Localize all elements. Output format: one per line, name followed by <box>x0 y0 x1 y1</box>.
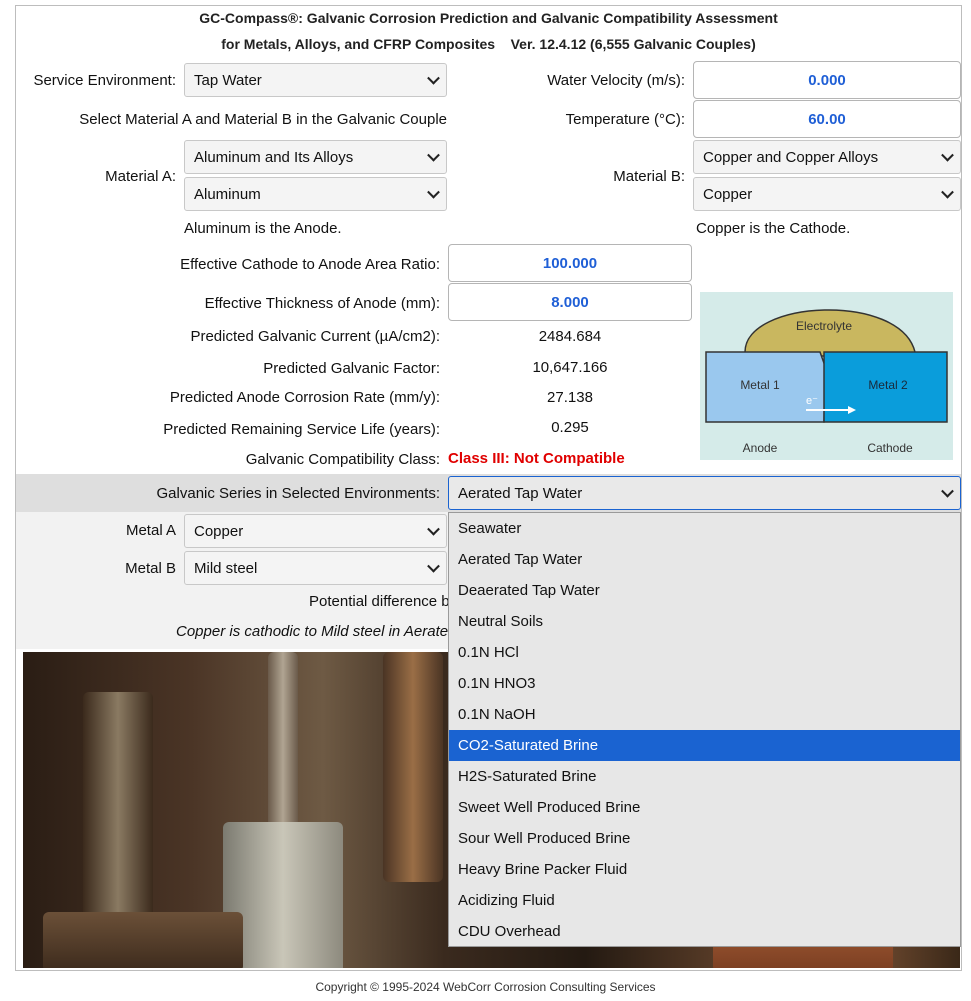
chevron-down-icon <box>427 71 440 85</box>
metal-a-label: Metal A <box>125 522 176 539</box>
electron-text: e⁻ <box>806 395 818 407</box>
anode-note: Aluminum is the Anode. <box>184 220 342 237</box>
select-materials-instruction: Select Material A and Material B in the … <box>79 111 447 128</box>
anode-thickness-label: Effective Thickness of Anode (mm): <box>204 295 440 312</box>
water-velocity-label: Water Velocity (m/s): <box>547 72 685 89</box>
chevron-down-icon <box>427 148 440 162</box>
galvanic-series-dropdown[interactable]: Seawater Aerated Tap Water Deaerated Tap W… <box>448 512 961 947</box>
anode-thickness-input[interactable]: 8.000 <box>448 283 692 321</box>
dropdown-option[interactable]: Heavy Brine Packer Fluid <box>449 854 960 885</box>
cathode-text: Cathode <box>867 441 913 455</box>
metal2-text: Metal 2 <box>868 378 908 392</box>
material-a-select[interactable]: Aluminum <box>184 177 447 211</box>
cathodic-relation-text: Copper is cathodic to Mild steel in Aera… <box>176 623 449 640</box>
dropdown-option[interactable]: CDU Overhead <box>449 916 960 947</box>
dropdown-option[interactable]: Neutral Soils <box>449 606 960 637</box>
service-environment-select[interactable]: Tap Water <box>184 63 447 97</box>
electrolyte-text: Electrolyte <box>796 319 852 333</box>
material-b-group-select[interactable]: Copper and Copper Alloys <box>693 140 961 174</box>
copyright-footer: Copyright © 1995-2024 WebCorr Corrosion … <box>315 980 656 994</box>
chevron-down-icon <box>427 185 440 199</box>
water-velocity-input[interactable]: 0.000 <box>693 61 961 99</box>
galvanic-current-label: Predicted Galvanic Current (µA/cm2): <box>190 328 440 345</box>
chevron-down-icon <box>427 522 440 536</box>
dropdown-option[interactable]: 0.1N HCl <box>449 637 960 668</box>
page-title: GC-Compass®: Galvanic Corrosion Predicti… <box>199 10 778 26</box>
dropdown-option[interactable]: Sour Well Produced Brine <box>449 823 960 854</box>
material-b-value: Copper <box>703 185 753 203</box>
chevron-down-icon <box>427 559 440 573</box>
service-environment-label: Service Environment: <box>33 72 176 89</box>
material-a-label: Material A: <box>105 168 176 185</box>
compatibility-class-value: Class III: Not Compatible <box>448 450 625 467</box>
chevron-down-icon <box>941 484 954 498</box>
galvanic-current-value: 2484.684 <box>538 328 602 345</box>
dropdown-option[interactable]: Seawater <box>449 513 960 544</box>
area-ratio-label: Effective Cathode to Anode Area Ratio: <box>180 256 440 273</box>
dropdown-option[interactable]: 0.1N HNO3 <box>449 668 960 699</box>
material-a-group-value: Aluminum and Its Alloys <box>194 148 354 166</box>
galvanic-factor-value: 10,647.166 <box>532 359 608 376</box>
metal-b-select[interactable]: Mild steel <box>184 551 447 585</box>
material-b-select[interactable]: Copper <box>693 177 961 211</box>
metal1-text: Metal 1 <box>740 378 780 392</box>
chevron-down-icon <box>941 185 954 199</box>
galvanic-series-value: Aerated Tap Water <box>458 484 583 502</box>
dropdown-option[interactable]: Deaerated Tap Water <box>449 575 960 606</box>
metal-b-value: Mild steel <box>194 559 258 577</box>
material-b-group-value: Copper and Copper Alloys <box>703 148 879 166</box>
page-subtitle: for Metals, Alloys, and CFRP Composites … <box>221 36 756 52</box>
compatibility-class-label: Galvanic Compatibility Class: <box>245 451 440 468</box>
temperature-input[interactable]: 60.00 <box>693 100 961 138</box>
dropdown-option[interactable]: H2S-Saturated Brine <box>449 761 960 792</box>
metal-a-select[interactable]: Copper <box>184 514 447 548</box>
galvanic-couple-diagram: Electrolyte Metal 1 Metal 2 e⁻ Anode Cat… <box>700 292 953 460</box>
material-a-group-select[interactable]: Aluminum and Its Alloys <box>184 140 447 174</box>
cathode-note: Copper is the Cathode. <box>696 220 851 237</box>
dropdown-option[interactable]: CO2-Saturated Brine <box>449 730 960 761</box>
material-a-value: Aluminum <box>194 185 261 203</box>
potential-difference-text: Potential difference b <box>309 593 450 610</box>
corrosion-rate-value: 27.138 <box>547 389 593 406</box>
dropdown-option[interactable]: 0.1N NaOH <box>449 699 960 730</box>
dropdown-option[interactable]: Aerated Tap Water <box>449 544 960 575</box>
area-ratio-input[interactable]: 100.000 <box>448 244 692 282</box>
material-b-label: Material B: <box>613 168 685 185</box>
galvanic-factor-label: Predicted Galvanic Factor: <box>263 360 440 377</box>
dropdown-option[interactable]: Acidizing Fluid <box>449 885 960 916</box>
galvanic-series-select[interactable]: Aerated Tap Water <box>448 476 961 510</box>
service-environment-value: Tap Water <box>194 71 262 89</box>
galvanic-series-label: Galvanic Series in Selected Environments… <box>156 485 440 502</box>
dropdown-option[interactable]: Sweet Well Produced Brine <box>449 792 960 823</box>
metal-b-label: Metal B <box>125 560 176 577</box>
service-life-value: 0.295 <box>551 419 589 436</box>
service-life-label: Predicted Remaining Service Life (years)… <box>163 421 440 438</box>
chevron-down-icon <box>941 148 954 162</box>
temperature-label: Temperature (°C): <box>565 111 685 128</box>
anode-text: Anode <box>743 441 778 455</box>
corrosion-rate-label: Predicted Anode Corrosion Rate (mm/y): <box>169 389 440 406</box>
metal-a-value: Copper <box>194 522 244 540</box>
